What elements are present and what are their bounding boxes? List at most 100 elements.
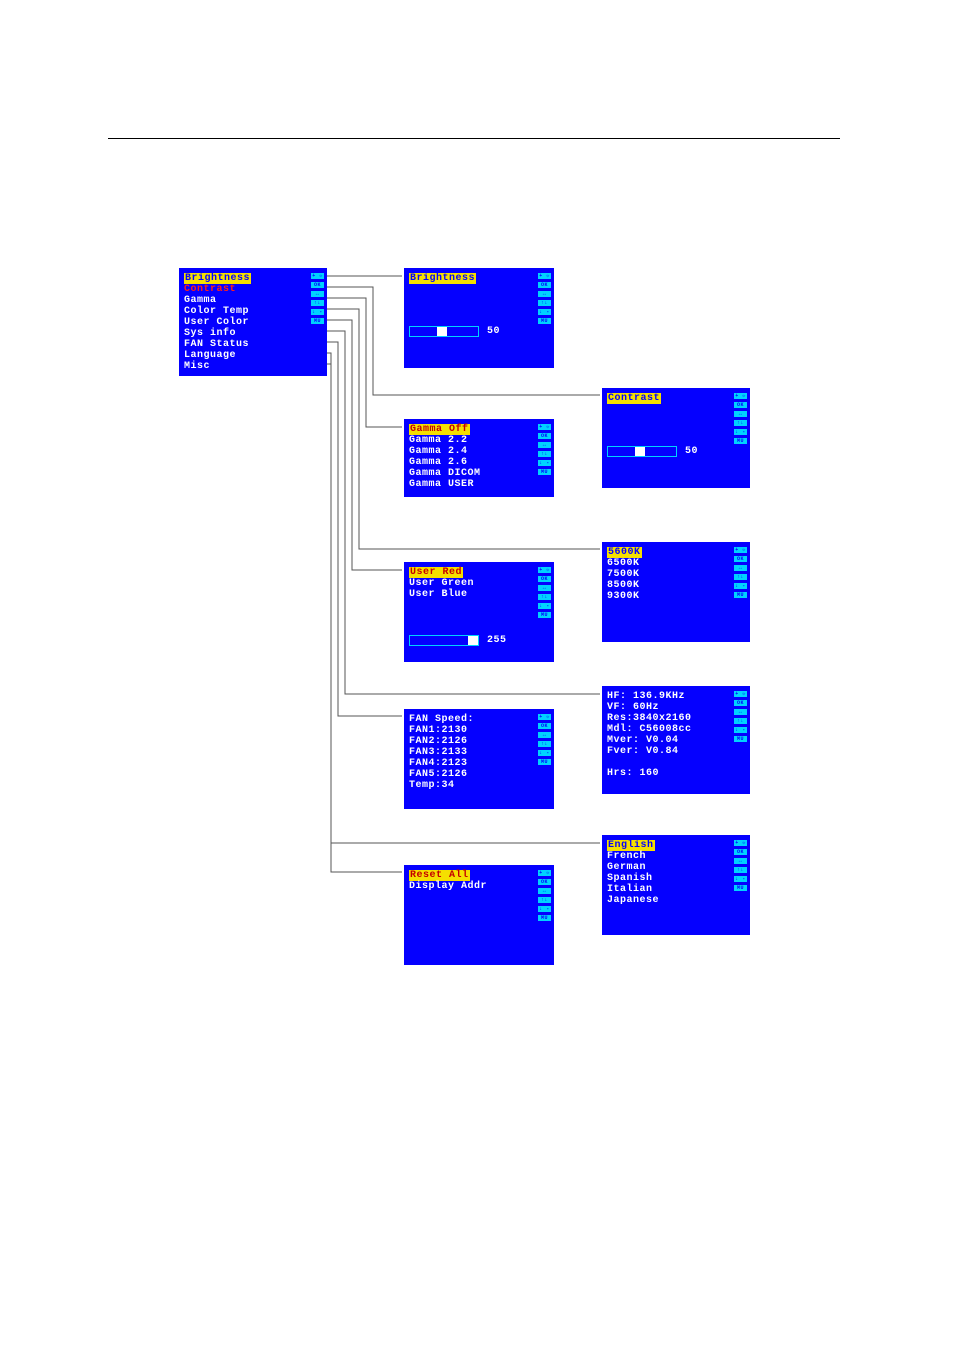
panel-icon[interactable]: MU [733, 735, 748, 743]
panel-icon[interactable]: ↔ [310, 290, 325, 298]
menu-item[interactable]: 9300K [607, 591, 640, 602]
panel-icon[interactable]: ↔ [537, 290, 552, 298]
panel-icon[interactable]: + ☼ [733, 546, 748, 554]
panel-icon[interactable]: + ☼ [537, 423, 552, 431]
panel-icon[interactable]: MU [537, 914, 552, 922]
menu-item[interactable]: Gamma USER [409, 479, 474, 490]
panel-icon[interactable]: ↑↓ [733, 573, 748, 581]
menu-item[interactable]: French [607, 851, 646, 862]
panel-icon[interactable]: MU [733, 591, 748, 599]
panel-icon[interactable]: ↓ - [310, 308, 325, 316]
panel-icon[interactable]: ↑↓ [537, 299, 552, 307]
panel-icon[interactable]: MU [537, 758, 552, 766]
panel-icon[interactable]: OK [733, 555, 748, 563]
menu-item[interactable]: Misc [184, 361, 210, 372]
slider-thumb[interactable] [635, 447, 645, 456]
panel-icon[interactable]: ↑↓ [733, 419, 748, 427]
panel-icon[interactable]: ↔ [537, 441, 552, 449]
panel-icon[interactable]: ↓ - [537, 308, 552, 316]
panel-icon[interactable]: ↔ [733, 857, 748, 865]
info-line: Temp:34 [409, 780, 455, 791]
panel-icon[interactable]: OK [733, 699, 748, 707]
menu-item[interactable]: 7500K [607, 569, 640, 580]
menu-item[interactable]: Italian [607, 884, 653, 895]
panel-icon[interactable]: ↔ [733, 564, 748, 572]
panel-icon[interactable]: MU [733, 884, 748, 892]
menu-item[interactable]: User Red [409, 567, 463, 578]
panel-icon[interactable]: ↑↓ [733, 866, 748, 874]
panel-icon[interactable]: ↔ [537, 887, 552, 895]
menu-item[interactable]: Gamma 2.2 [409, 435, 468, 446]
panel-icon[interactable]: OK [537, 878, 552, 886]
slider[interactable]: 255 [409, 635, 552, 646]
panel-icon[interactable]: + ☼ [537, 869, 552, 877]
menu-item[interactable]: German [607, 862, 646, 873]
panel-icon[interactable]: + ☼ [537, 272, 552, 280]
menu-item[interactable]: Gamma Off [409, 424, 470, 435]
panel-icon[interactable]: ↑↓ [537, 740, 552, 748]
panel-icon[interactable]: ↓ - [733, 726, 748, 734]
panel-icon[interactable]: ↓ - [537, 459, 552, 467]
panel-icon[interactable]: ↓ - [733, 875, 748, 883]
panel-icon[interactable]: + ☼ [733, 690, 748, 698]
menu-item[interactable]: Gamma 2.6 [409, 457, 468, 468]
horizontal-rule [108, 138, 840, 139]
menu-item[interactable]: User Blue [409, 589, 468, 600]
menu-item[interactable]: Gamma [184, 295, 217, 306]
menu-item[interactable]: 6500K [607, 558, 640, 569]
panel-icon[interactable]: ↓ - [537, 749, 552, 757]
panel-icon[interactable]: OK [310, 281, 325, 289]
panel-icon[interactable]: + ☼ [733, 839, 748, 847]
panel-icon[interactable]: ↑↓ [537, 593, 552, 601]
menu-item[interactable]: Gamma DICOM [409, 468, 481, 479]
panel-icon[interactable]: MU [537, 611, 552, 619]
gamma-panel: Gamma OffGamma 2.2Gamma 2.4Gamma 2.6Gamm… [404, 419, 554, 497]
panel-icon[interactable]: + ☼ [733, 392, 748, 400]
menu-item[interactable]: Brightness [184, 273, 251, 284]
panel-icon[interactable]: OK [537, 432, 552, 440]
menu-item[interactable]: Spanish [607, 873, 653, 884]
menu-item[interactable]: Japanese [607, 895, 659, 906]
panel-icon[interactable]: MU [537, 468, 552, 476]
panel-icon[interactable]: ↑↓ [733, 717, 748, 725]
panel-icon[interactable]: ↑↓ [310, 299, 325, 307]
menu-item[interactable]: FAN Status [184, 339, 249, 350]
menu-item[interactable]: Sys info [184, 328, 236, 339]
slider-thumb[interactable] [468, 636, 478, 645]
panel-icon[interactable]: OK [733, 848, 748, 856]
slider[interactable]: 50 [607, 446, 748, 457]
panel-icon[interactable]: + ☼ [537, 713, 552, 721]
panel-icon[interactable]: MU [733, 437, 748, 445]
panel-icon[interactable]: MU [537, 317, 552, 325]
menu-item[interactable]: 8500K [607, 580, 640, 591]
panel-icon[interactable]: ↔ [733, 410, 748, 418]
menu-item[interactable]: 5600K [607, 547, 642, 558]
panel-icon[interactable]: ↑↓ [537, 450, 552, 458]
menu-item[interactable]: Reset All [409, 870, 470, 881]
menu-item[interactable]: Color Temp [184, 306, 249, 317]
panel-icon[interactable]: + ☼ [310, 272, 325, 280]
panel-icon[interactable]: OK [537, 575, 552, 583]
panel-icon[interactable]: MU [310, 317, 325, 325]
panel-icon[interactable]: ↔ [537, 731, 552, 739]
slider-thumb[interactable] [437, 327, 447, 336]
menu-item[interactable]: Contrast [184, 284, 236, 295]
menu-item[interactable]: Display Addr [409, 881, 487, 892]
panel-icon[interactable]: ↑↓ [537, 896, 552, 904]
panel-icon[interactable]: OK [537, 722, 552, 730]
menu-item[interactable]: Language [184, 350, 236, 361]
menu-item[interactable]: User Green [409, 578, 474, 589]
panel-icon[interactable]: ↓ - [733, 428, 748, 436]
panel-icon[interactable]: ↓ - [537, 602, 552, 610]
panel-icon[interactable]: + ☼ [537, 566, 552, 574]
menu-item[interactable]: English [607, 840, 655, 851]
panel-icon[interactable]: OK [537, 281, 552, 289]
panel-icon[interactable]: ↓ - [733, 582, 748, 590]
panel-icon[interactable]: ↔ [537, 584, 552, 592]
panel-icon[interactable]: OK [733, 401, 748, 409]
panel-icon[interactable]: ↔ [733, 708, 748, 716]
menu-item[interactable]: User Color [184, 317, 249, 328]
panel-icon[interactable]: ↓ - [537, 905, 552, 913]
slider[interactable]: 50 [409, 326, 552, 337]
menu-item[interactable]: Gamma 2.4 [409, 446, 468, 457]
